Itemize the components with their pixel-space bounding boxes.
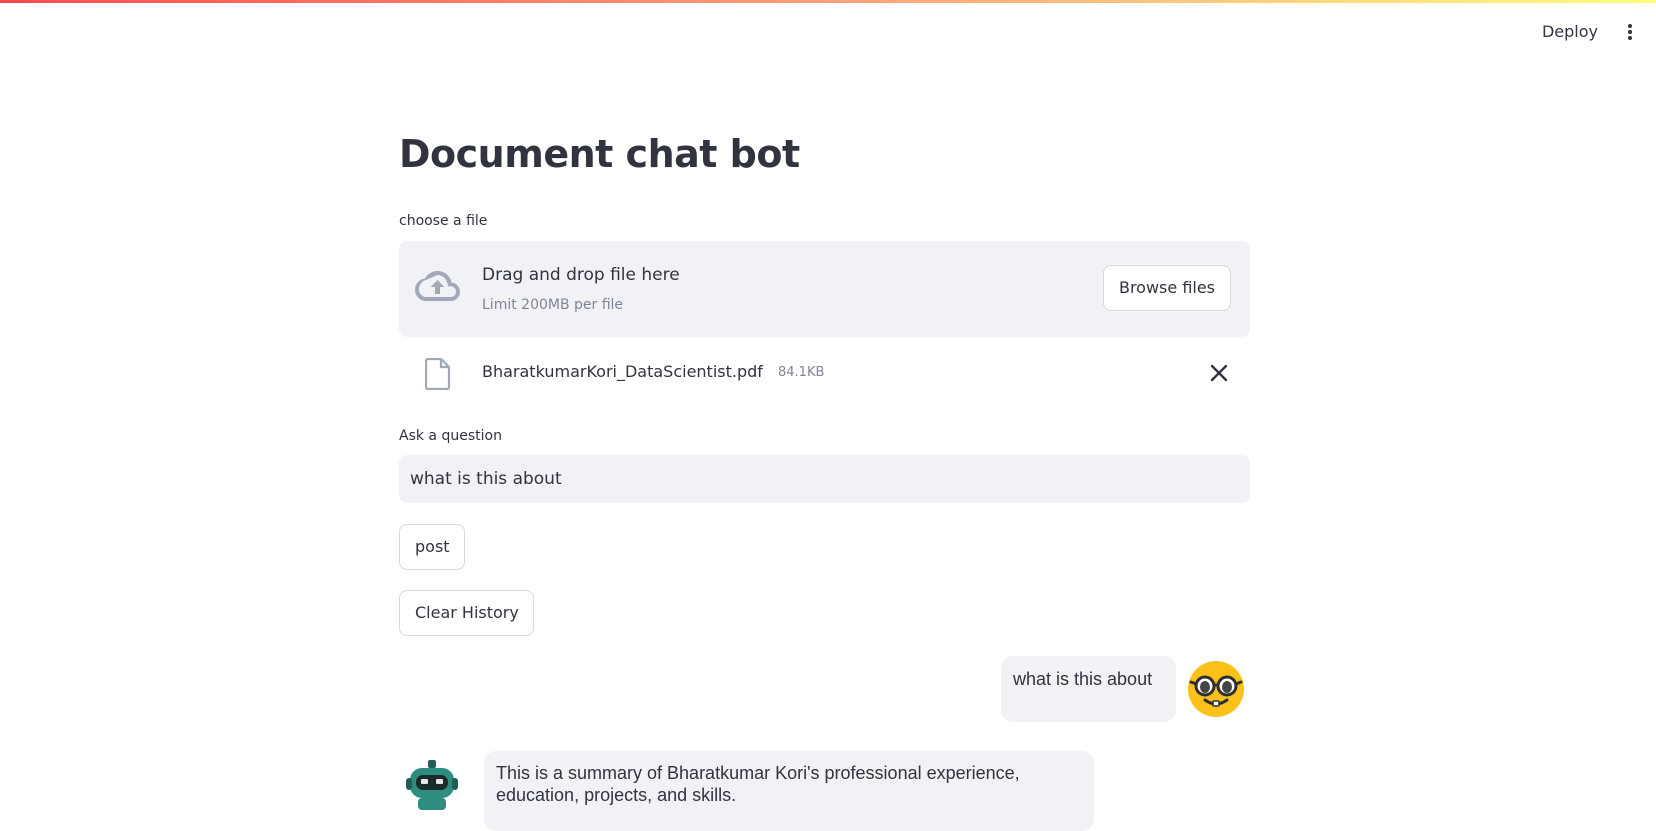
remove-file-button[interactable]: [1206, 360, 1232, 386]
question-label: Ask a question: [399, 428, 502, 444]
dropzone-instructions: Drag and drop file here: [482, 265, 680, 285]
file-dropzone[interactable]: Drag and drop file here Limit 200MB per …: [399, 241, 1250, 337]
question-input[interactable]: [399, 455, 1250, 503]
nerd-face-emoji-icon: [1188, 661, 1244, 717]
cloud-upload-icon: [415, 271, 460, 301]
clear-history-button[interactable]: Clear History: [399, 590, 534, 636]
file-icon: [425, 358, 451, 390]
uploaded-file-name: BharatkumarKori_DataScientist.pdf: [482, 362, 763, 381]
close-icon: [1210, 364, 1228, 382]
user-message-bubble: what is this about: [1001, 656, 1176, 722]
uploaded-file-size: 84.1KB: [778, 365, 825, 380]
dropzone-limit: Limit 200MB per file: [482, 297, 624, 313]
main-menu-button[interactable]: [1616, 17, 1644, 47]
file-uploader-label: choose a file: [399, 213, 488, 229]
robot-avatar-icon: [406, 760, 458, 810]
page-title: Document chat bot: [399, 132, 800, 176]
browse-files-button[interactable]: Browse files: [1103, 265, 1231, 311]
app-header: Deploy: [0, 3, 1656, 57]
deploy-button[interactable]: Deploy: [1532, 17, 1608, 47]
post-button[interactable]: post: [399, 524, 465, 570]
bot-message-bubble: This is a summary of Bharatkumar Kori's …: [484, 751, 1094, 831]
uploaded-file-row: BharatkumarKori_DataScientist.pdf 84.1KB: [399, 352, 1250, 396]
